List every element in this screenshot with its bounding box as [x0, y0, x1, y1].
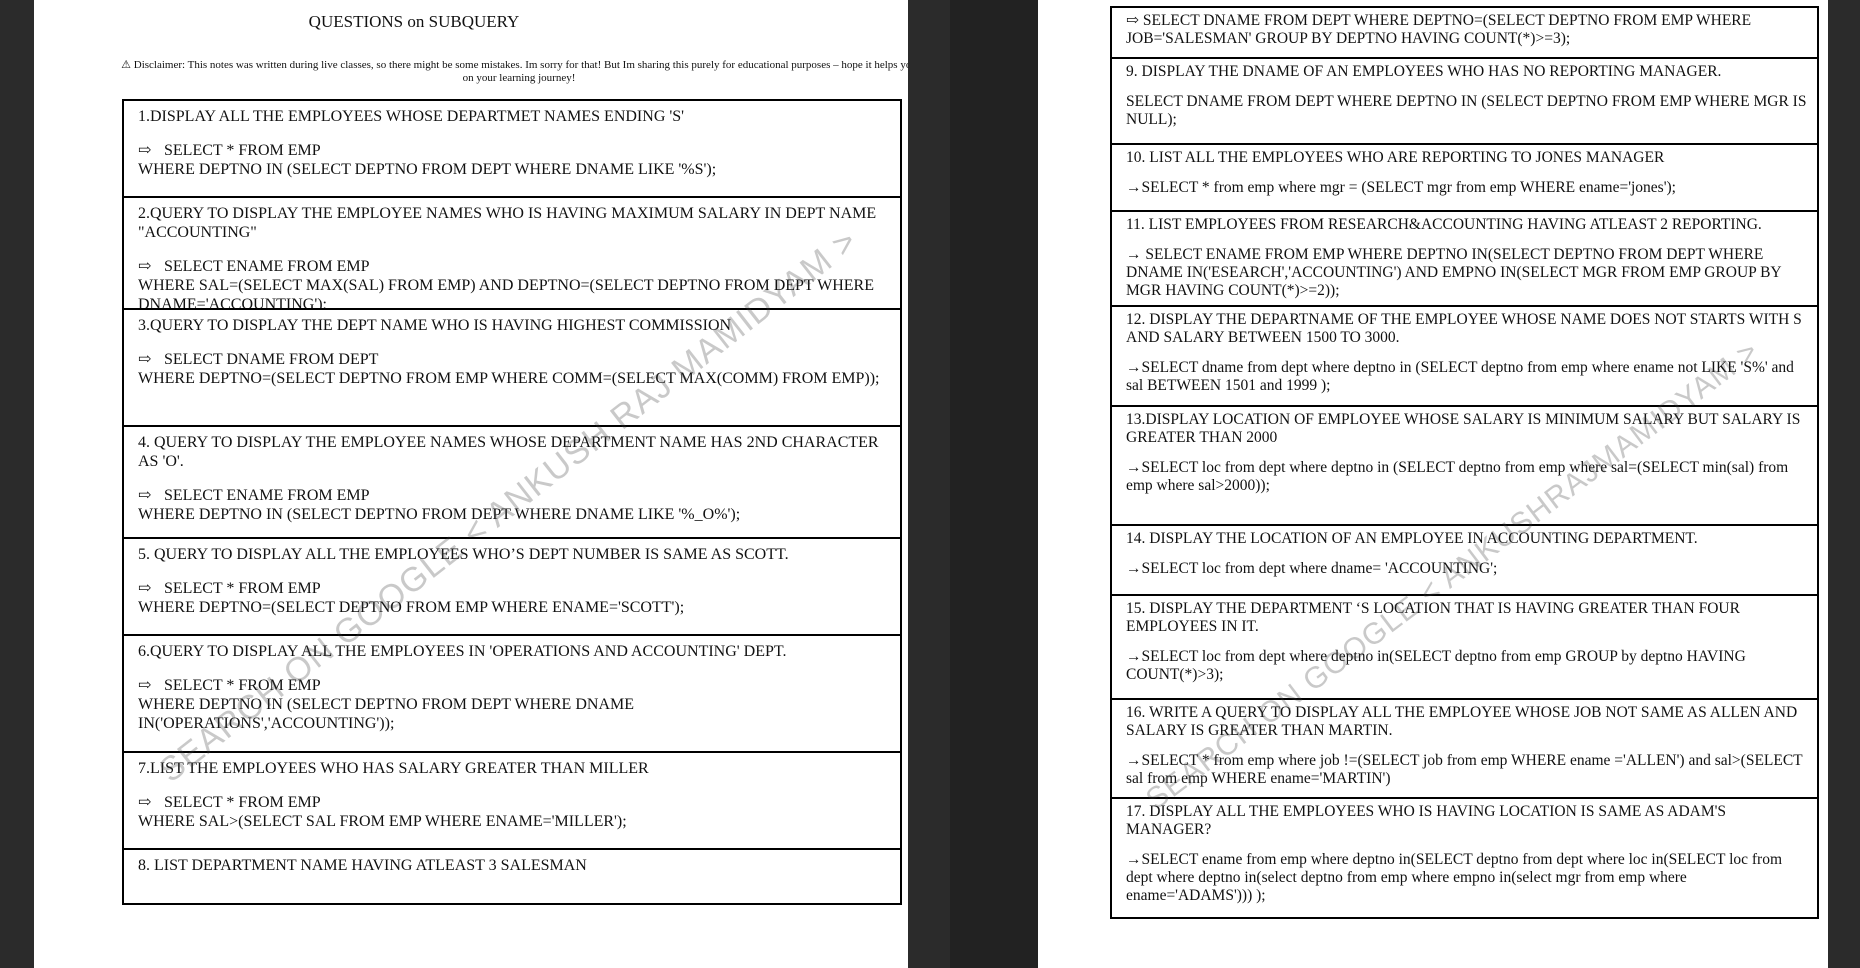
question-text: 14. DISPLAY THE LOCATION OF AN EMPLOYEE …	[1126, 530, 1698, 547]
answer-line-1: SELECT * FROM EMP	[164, 142, 321, 159]
question-text: 15. DISPLAY THE DEPARTMENT ‘S LOCATION T…	[1126, 600, 1740, 635]
question-cell: ⇨ SELECT DNAME FROM DEPT WHERE DEPTNO=(S…	[1112, 8, 1817, 59]
arrow-icon: ⇨	[138, 351, 152, 368]
question-text: 4. QUERY TO DISPLAY THE EMPLOYEE NAMES W…	[138, 434, 879, 470]
question-cell: 15. DISPLAY THE DEPARTMENT ‘S LOCATION T…	[1112, 596, 1817, 700]
question-cell: 7.LIST THE EMPLOYEES WHO HAS SALARY GREA…	[124, 753, 900, 850]
arrow-icon: ⇨	[138, 580, 152, 597]
answer-query: SELECT DNAME FROM DEPT WHERE DEPTNO IN (…	[1126, 93, 1807, 128]
answer-query: ⇨ SELECT * FROM EMP	[138, 676, 890, 695]
question-cell: 6.QUERY TO DISPLAY ALL THE EMPLOYEES IN …	[124, 636, 900, 753]
question-text: 7.LIST THE EMPLOYEES WHO HAS SALARY GREA…	[138, 760, 649, 777]
question-cell: 1.DISPLAY ALL THE EMPLOYEES WHOSE DEPART…	[124, 101, 900, 198]
question-cell: 11. LIST EMPLOYEES FROM RESEARCH&ACCOUNT…	[1112, 212, 1817, 307]
answer-query: ⇨ SELECT ENAME FROM EMP	[138, 257, 890, 276]
answer-line-2: WHERE DEPTNO=(SELECT DEPTNO FROM EMP WHE…	[138, 370, 880, 387]
question-text: 17. DISPLAY ALL THE EMPLOYEES WHO IS HAV…	[1126, 803, 1727, 838]
answer-line-2: WHERE DEPTNO IN (SELECT DEPTNO FROM DEPT…	[138, 696, 634, 732]
question-text: 5. QUERY TO DISPLAY ALL THE EMPLOYEES WH…	[138, 546, 789, 563]
answer-query: ⇨ SELECT * FROM EMP	[138, 141, 890, 160]
answer-query: →SELECT ename from emp where deptno in(S…	[1126, 851, 1783, 904]
right-question-table: ⇨ SELECT DNAME FROM DEPT WHERE DEPTNO=(S…	[1110, 6, 1819, 919]
question-text: 11. LIST EMPLOYEES FROM RESEARCH&ACCOUNT…	[1126, 216, 1762, 233]
question-text: 2.QUERY TO DISPLAY THE EMPLOYEE NAMES WH…	[138, 205, 877, 241]
arrow-icon: ⇨	[138, 487, 152, 504]
page-title: QUESTIONS on SUBQUERY	[308, 12, 520, 31]
answer-query: →SELECT dname from dept where deptno in …	[1126, 359, 1794, 394]
arrow-icon: ⇨	[138, 677, 152, 694]
question-cell: 12. DISPLAY THE DEPARTNAME OF THE EMPLOY…	[1112, 307, 1817, 407]
right-page: ⇨ SELECT DNAME FROM DEPT WHERE DEPTNO=(S…	[1038, 0, 1828, 968]
question-cell: 14. DISPLAY THE LOCATION OF AN EMPLOYEE …	[1112, 526, 1817, 596]
answer-query: ⇨ SELECT * FROM EMP	[138, 793, 890, 812]
question-cell: 16. WRITE A QUERY TO DISPLAY ALL THE EMP…	[1112, 700, 1817, 799]
question-text: 9. DISPLAY THE DNAME OF AN EMPLOYEES WHO…	[1126, 63, 1722, 80]
answer-line-2: WHERE SAL=(SELECT MAX(SAL) FROM EMP) AND…	[138, 277, 874, 310]
question-text: 6.QUERY TO DISPLAY ALL THE EMPLOYEES IN …	[138, 643, 787, 660]
question-text: 3.QUERY TO DISPLAY THE DEPT NAME WHO IS …	[138, 317, 732, 334]
question-cell: 9. DISPLAY THE DNAME OF AN EMPLOYEES WHO…	[1112, 59, 1817, 145]
question-cell: 13.DISPLAY LOCATION OF EMPLOYEE WHOSE SA…	[1112, 407, 1817, 526]
question-cell: 3.QUERY TO DISPLAY THE DEPT NAME WHO IS …	[124, 310, 900, 427]
answer-query: ⇨ SELECT ENAME FROM EMP	[138, 486, 890, 505]
question-text: 13.DISPLAY LOCATION OF EMPLOYEE WHOSE SA…	[1126, 411, 1801, 446]
question-text: 16. WRITE A QUERY TO DISPLAY ALL THE EMP…	[1126, 704, 1798, 739]
disclaimer: ⚠ Disclaimer: This notes was written dur…	[121, 59, 908, 84]
answer-line-2: WHERE SAL>(SELECT SAL FROM EMP WHERE ENA…	[138, 813, 627, 830]
answer-line-1: SELECT DNAME FROM DEPT	[164, 351, 379, 368]
gutter	[950, 0, 1038, 968]
question-text: 8. LIST DEPARTMENT NAME HAVING ATLEAST 3…	[138, 857, 587, 874]
question-text: 1.DISPLAY ALL THE EMPLOYEES WHOSE DEPART…	[138, 108, 685, 125]
answer-query: → SELECT ENAME FROM EMP WHERE DEPTNO IN(…	[1126, 246, 1782, 299]
answer-line-2: WHERE DEPTNO IN (SELECT DEPTNO FROM DEPT…	[138, 161, 717, 178]
arrow-icon: ⇨	[138, 142, 152, 159]
answer-query: ⇨ SELECT DNAME FROM DEPT WHERE DEPTNO=(S…	[1126, 12, 1752, 47]
question-text: 10. LIST ALL THE EMPLOYEES WHO ARE REPOR…	[1126, 149, 1665, 166]
question-cell: 4. QUERY TO DISPLAY THE EMPLOYEE NAMES W…	[124, 427, 900, 539]
answer-line-1: SELECT ENAME FROM EMP	[164, 487, 370, 504]
left-question-table: 1.DISPLAY ALL THE EMPLOYEES WHOSE DEPART…	[122, 99, 902, 905]
question-cell: 5. QUERY TO DISPLAY ALL THE EMPLOYEES WH…	[124, 539, 900, 636]
answer-line-2: WHERE DEPTNO IN (SELECT DEPTNO FROM DEPT…	[138, 506, 741, 523]
answer-line-1: SELECT * FROM EMP	[164, 794, 321, 811]
question-text: 12. DISPLAY THE DEPARTNAME OF THE EMPLOY…	[1126, 311, 1802, 346]
answer-line-1: SELECT * FROM EMP	[164, 677, 321, 694]
answer-query: →SELECT * from emp where mgr = (SELECT m…	[1126, 179, 1676, 196]
answer-query: ⇨ SELECT DNAME FROM DEPT	[138, 350, 890, 369]
answer-query: ⇨ SELECT * FROM EMP	[138, 579, 890, 598]
answer-query: →SELECT loc from dept where deptno in (S…	[1126, 459, 1789, 494]
answer-query: →SELECT loc from dept where deptno in(SE…	[1126, 648, 1746, 683]
question-cell: 2.QUERY TO DISPLAY THE EMPLOYEE NAMES WH…	[124, 198, 900, 310]
left-page: QUESTIONS on SUBQUERY ⚠ Disclaimer: This…	[34, 0, 908, 968]
answer-line-1: SELECT ENAME FROM EMP	[164, 258, 370, 275]
question-cell: 17. DISPLAY ALL THE EMPLOYEES WHO IS HAV…	[1112, 799, 1817, 917]
question-cell: 8. LIST DEPARTMENT NAME HAVING ATLEAST 3…	[124, 850, 900, 903]
question-cell: 10. LIST ALL THE EMPLOYEES WHO ARE REPOR…	[1112, 145, 1817, 212]
answer-line-1: SELECT * FROM EMP	[164, 580, 321, 597]
answer-line-2: WHERE DEPTNO=(SELECT DEPTNO FROM EMP WHE…	[138, 599, 685, 616]
answer-query: →SELECT loc from dept where dname= 'ACCO…	[1126, 560, 1498, 577]
arrow-icon: ⇨	[138, 794, 152, 811]
answer-query: →SELECT * from emp where job !=(SELECT j…	[1126, 752, 1803, 787]
arrow-icon: ⇨	[138, 258, 152, 275]
